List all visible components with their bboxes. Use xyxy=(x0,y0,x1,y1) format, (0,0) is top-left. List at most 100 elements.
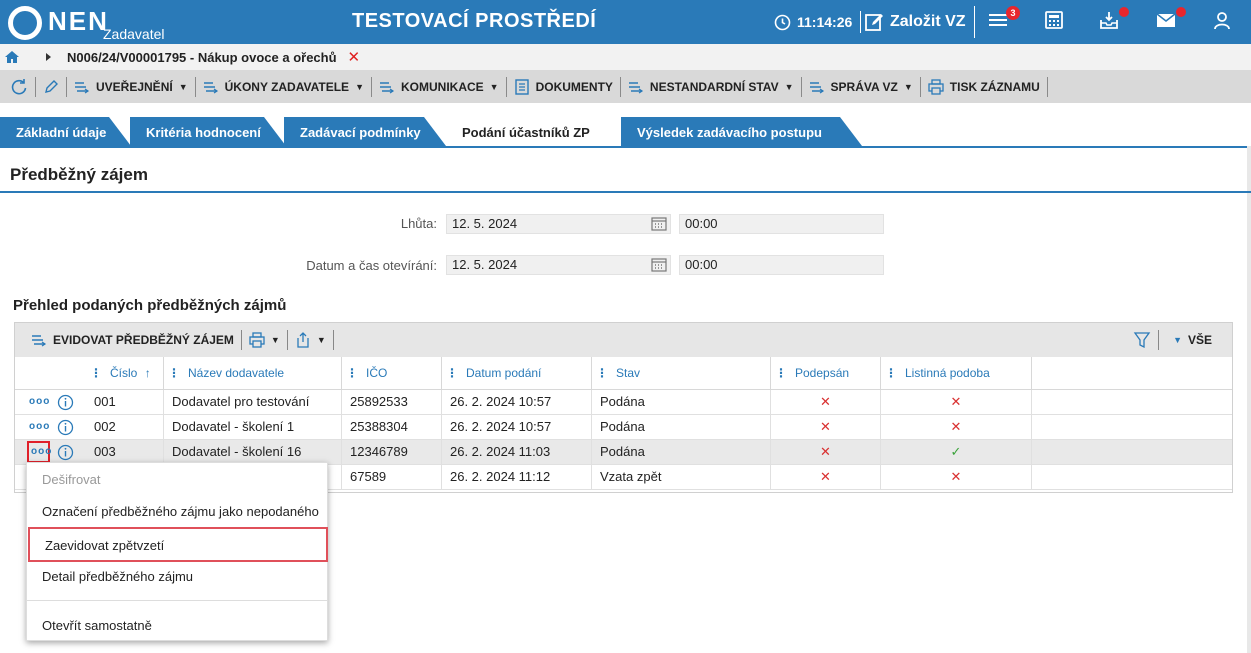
cell-datum: 26. 2. 2024 10:57 xyxy=(442,415,592,439)
info-icon[interactable] xyxy=(57,419,74,436)
grid-filter-button[interactable] xyxy=(1126,330,1160,350)
cross-icon: ✕ xyxy=(950,394,962,409)
more-options-icon[interactable]: ooo xyxy=(29,421,50,433)
user-button[interactable] xyxy=(1212,10,1236,34)
close-icon[interactable]: ✕ xyxy=(348,48,361,66)
clock-time: 11:14:26 xyxy=(797,14,853,30)
cell-cislo: 002 xyxy=(86,415,164,439)
register-interest-label: EVIDOVAT PŘEDBĚŽNÝ ZÁJEM xyxy=(53,333,234,347)
menu-item-otevrit-samostatne[interactable]: Otevřít samostatně xyxy=(27,609,327,642)
toolbar-sprava-vz[interactable]: SPRÁVA VZ ▼ xyxy=(802,76,921,97)
menu-lines-icon xyxy=(809,81,824,93)
caret-down-icon: ▼ xyxy=(1173,335,1182,345)
header-stav-label: Stav xyxy=(616,366,641,380)
caret-down-icon: ▼ xyxy=(270,335,280,345)
chevron-right-icon[interactable] xyxy=(42,51,54,63)
menu-item-oznaceni-nepodaneho[interactable]: Označení předběžného zájmu jako nepodané… xyxy=(27,495,327,528)
column-menu-icon[interactable]: ⋮ xyxy=(775,366,787,380)
header-listinna[interactable]: ⋮ Listinná podoba xyxy=(881,357,1032,390)
cell-ico: 25388304 xyxy=(342,415,442,439)
header-stav[interactable]: ⋮ Stav xyxy=(592,357,771,390)
column-menu-icon[interactable]: ⋮ xyxy=(596,366,608,380)
menu-item-detail[interactable]: Detail předběžného zájmu xyxy=(27,560,327,593)
toolbar-tisk-zaznamu[interactable]: TISK ZÁZNAMU xyxy=(921,76,1048,97)
create-vz-button[interactable]: Založit VZ xyxy=(864,6,975,38)
cell-nazev: Dodavatel - školení 16 xyxy=(164,440,342,464)
hamburger-icon xyxy=(989,14,1007,26)
user-icon xyxy=(1214,12,1230,30)
messages-alert-dot xyxy=(1176,7,1186,17)
refresh-button[interactable] xyxy=(0,76,36,97)
nen-logo[interactable]: NEN Zadavatel xyxy=(8,4,168,44)
cell-podepsan: ✕ xyxy=(771,415,881,439)
toolbar-uverejneni[interactable]: UVEŘEJNĚNÍ ▼ xyxy=(67,76,196,97)
calendar-icon[interactable] xyxy=(651,217,667,231)
opening-date-field[interactable]: 12. 5. 2024 xyxy=(446,255,671,275)
home-icon[interactable] xyxy=(4,49,20,65)
register-interest-button[interactable]: EVIDOVAT PŘEDBĚŽNÝ ZÁJEM xyxy=(15,330,242,350)
toolbar-komunikace[interactable]: KOMUNIKACE ▼ xyxy=(372,76,507,97)
deadline-label: Lhůta: xyxy=(400,216,437,231)
menu-item-zaevidovat-zpetvzeti[interactable]: Zaevidovat zpětvzetí xyxy=(28,527,328,562)
header-nazev-label: Název dodavatele xyxy=(188,366,285,380)
row-actions: ooo xyxy=(27,394,79,411)
export-icon xyxy=(297,332,309,348)
header-cislo[interactable]: ⋮ Číslo ↑ xyxy=(86,357,164,390)
column-menu-icon[interactable]: ⋮ xyxy=(90,366,102,380)
edit-button[interactable] xyxy=(36,76,67,97)
info-icon[interactable] xyxy=(57,394,74,411)
tab-zadavaci-podminky[interactable]: Zadávací podmínky xyxy=(284,117,446,146)
more-options-icon[interactable]: ooo xyxy=(27,441,51,463)
calculator-button[interactable] xyxy=(1044,10,1068,34)
sort-asc-icon: ↑ xyxy=(144,366,151,380)
menu-lines-icon xyxy=(75,81,90,93)
toolbar-dokumenty-label: DOKUMENTY xyxy=(535,79,613,94)
menu-button[interactable]: 3 xyxy=(988,6,1020,34)
grid-header: ⋮ Číslo ↑ ⋮ Název dodavatele ⋮ IČO ⋮ Datum p… xyxy=(15,357,1232,390)
cell-stav: Podána xyxy=(592,440,771,464)
cross-icon: ✕ xyxy=(820,394,831,409)
session-clock: 11:14:26 xyxy=(774,11,862,33)
messages-button[interactable] xyxy=(1156,7,1186,34)
grid-toolbar: EVIDOVAT PŘEDBĚŽNÝ ZÁJEM ▼ ▼ ▼ VŠE xyxy=(15,323,1232,357)
header-nazev[interactable]: ⋮ Název dodavatele xyxy=(164,357,342,390)
row-context-menu: Dešifrovat Označení předběžného zájmu ja… xyxy=(26,462,328,641)
tab-kriteria-hodnoceni[interactable]: Kritéria hodnocení xyxy=(130,117,286,146)
breadcrumb: N006/24/V00001795 - Nákup ovoce a ořechů… xyxy=(0,44,1251,70)
deadline-date-field[interactable]: 12. 5. 2024 xyxy=(446,214,671,234)
column-menu-icon[interactable]: ⋮ xyxy=(885,366,897,380)
table-row[interactable]: ooo 002 Dodavatel - školení 1 25388304 2… xyxy=(15,415,1232,440)
calendar-icon[interactable] xyxy=(651,258,667,272)
tab-zakladni-udaje[interactable]: Základní údaje xyxy=(0,117,131,146)
cell-listinna: ✕ xyxy=(881,415,1032,439)
cross-icon: ✕ xyxy=(820,444,831,459)
cell-cislo: 001 xyxy=(86,390,164,414)
info-icon[interactable] xyxy=(57,444,74,461)
tab-vysledek-zadavaciho-postupu[interactable]: Výsledek zadávacího postupu xyxy=(621,117,862,146)
toolbar-ukony-zadavatele[interactable]: ÚKONY ZADAVATELE ▼ xyxy=(196,76,372,97)
breadcrumb-path[interactable]: N006/24/V00001795 - Nákup ovoce a ořechů xyxy=(67,50,337,65)
cell-stav: Podána xyxy=(592,415,771,439)
inbox-button[interactable] xyxy=(1099,7,1129,34)
tab-podani-ucastniku[interactable]: Podání účastníků ZP xyxy=(446,117,620,146)
header-podepsan[interactable]: ⋮ Podepsán xyxy=(771,357,881,390)
menu-divider xyxy=(27,600,327,601)
menu-lines-icon xyxy=(628,81,644,93)
column-menu-icon[interactable]: ⋮ xyxy=(446,366,458,380)
more-options-icon[interactable]: ooo xyxy=(29,396,50,408)
header-actions xyxy=(15,357,86,390)
column-menu-icon[interactable]: ⋮ xyxy=(346,366,358,380)
header-datum[interactable]: ⋮ Datum podání xyxy=(442,357,592,390)
grid-print-button[interactable]: ▼ xyxy=(242,330,288,350)
toolbar-nestandardni-stav[interactable]: NESTANDARDNÍ STAV ▼ xyxy=(621,76,802,97)
scrollbar-track[interactable] xyxy=(1247,146,1251,653)
grid-export-button[interactable]: ▼ xyxy=(288,330,334,350)
header-ico[interactable]: ⋮ IČO xyxy=(342,357,442,390)
grid-view-selector[interactable]: ▼ VŠE xyxy=(1159,330,1232,350)
deadline-time-field[interactable]: 00:00 xyxy=(679,214,884,234)
opening-time-field[interactable]: 00:00 xyxy=(679,255,884,275)
column-menu-icon[interactable]: ⋮ xyxy=(168,366,180,380)
logo-text: NEN xyxy=(48,6,109,36)
toolbar-dokumenty[interactable]: DOKUMENTY xyxy=(507,76,621,97)
table-row[interactable]: ooo 001 Dodavatel pro testování 25892533… xyxy=(15,390,1232,415)
